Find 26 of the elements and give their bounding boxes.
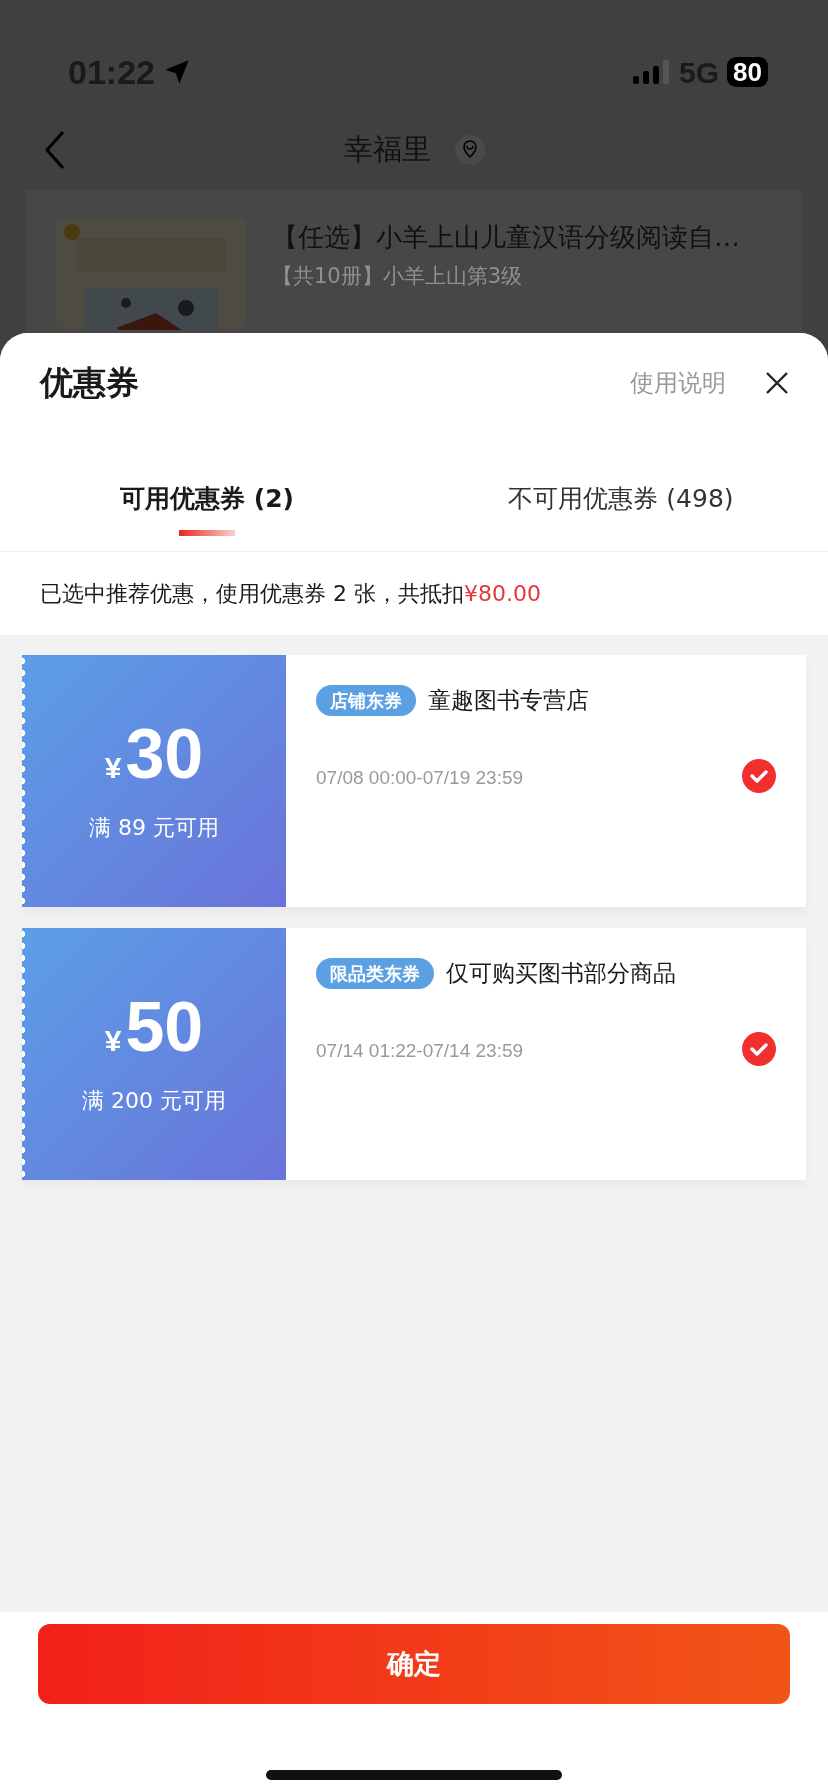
coupon-tab[interactable]: 不可用优惠券 (498) (414, 470, 828, 540)
coupon-tab[interactable]: 可用优惠券 (2) (0, 470, 414, 540)
validity-period: 07/08 00:00-07/19 23:59 (316, 765, 525, 790)
coupon-name: 童趣图书专营店 (428, 687, 589, 713)
discount-summary: 已选中推荐优惠，使用优惠券 2 张，共抵扣¥80.00 (0, 551, 828, 635)
location-pin-icon[interactable] (454, 135, 485, 165)
battery-level: 80 (727, 57, 768, 87)
coupon-amount: 30 (125, 718, 204, 789)
coupon-condition: 满 89 元可用 (89, 813, 219, 842)
coupon-name: 仅可购买图书部分商品 (446, 960, 676, 986)
coupon-card[interactable]: ¥50 满 200 元可用 限品类东券 仅可购买图书部分商品 07/14 01:22-07/14 23:59 (22, 928, 806, 1180)
coupon-card[interactable]: ¥30 满 89 元可用 店铺东券 童趣图书专营店 07/08 00:00-07/19 23:59 (22, 655, 806, 907)
currency-symbol: ¥ (104, 1025, 122, 1056)
coupon-type-tag: 限品类东券 (316, 957, 434, 989)
currency-symbol: ¥ (104, 752, 122, 783)
sheet-title: 优惠券 (40, 362, 139, 405)
product-subtitle: 【共10册】小羊上山第3级 (272, 263, 524, 290)
check-icon[interactable] (742, 1032, 776, 1066)
check-icon[interactable] (742, 759, 776, 793)
signal-icon (633, 60, 672, 84)
confirm-button[interactable]: 确定 (38, 1624, 790, 1704)
close-icon[interactable] (766, 372, 788, 394)
validity-period: 07/14 01:22-07/14 23:59 (316, 1038, 525, 1063)
coupon-condition: 满 200 元可用 (82, 1086, 226, 1115)
coupon-amount: 50 (125, 991, 204, 1062)
coupon-type-tag: 店铺东券 (316, 684, 416, 716)
